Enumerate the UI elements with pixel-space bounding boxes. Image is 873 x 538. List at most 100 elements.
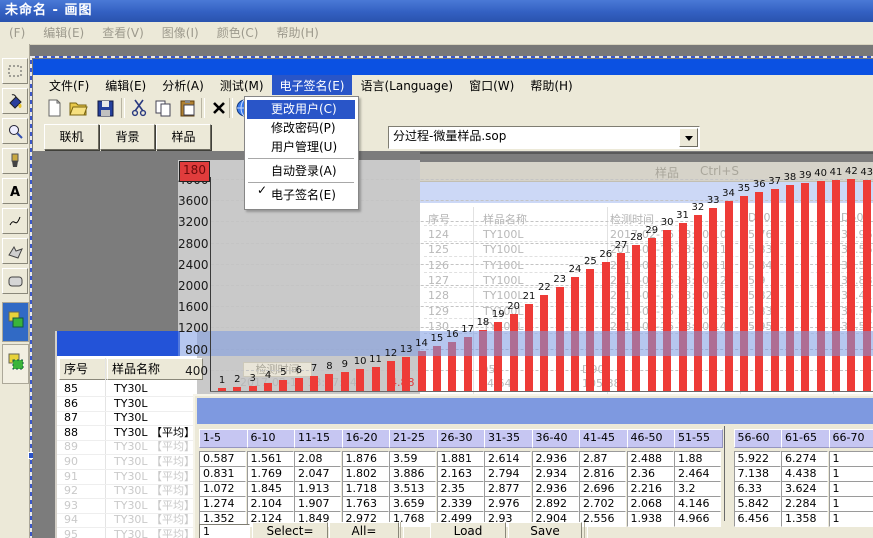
grid-cell[interactable]: 0.831 (199, 466, 246, 482)
sample-row-94[interactable]: 94TY30L 【平均】 (57, 513, 197, 528)
grid-button-Save[interactable]: Save (508, 522, 582, 538)
grid-cell[interactable]: 3.624 (781, 481, 828, 497)
grid-cell[interactable]: 1.718 (342, 481, 389, 497)
paint-menu-item-5[interactable]: 帮助(H) (267, 23, 327, 44)
grid-cell[interactable]: 2.35 (437, 481, 484, 497)
grid-header-56-60[interactable]: 56-60 (734, 429, 783, 448)
sample-list-header-id[interactable]: 序号 (59, 358, 111, 380)
grid-header-11-15[interactable]: 11-15 (294, 429, 343, 448)
app-menu-item-0[interactable]: 文件(F) (41, 75, 97, 96)
selection-ants-left[interactable] (30, 56, 32, 538)
combobox-dropdown-icon[interactable] (679, 128, 698, 147)
grid-cell[interactable]: 3.513 (389, 481, 436, 497)
paint-menu-item-0[interactable]: (F) (0, 23, 34, 44)
grid-button-All=[interactable]: All= (329, 522, 399, 538)
grid-cell[interactable]: 2.702 (579, 496, 626, 512)
select-rect-tool-button[interactable] (2, 58, 28, 84)
delete-button[interactable] (209, 98, 229, 118)
grid-cell[interactable]: 2.892 (532, 496, 579, 512)
cut-button[interactable] (129, 98, 149, 118)
grid-cell[interactable]: 2.284 (781, 496, 828, 512)
grid-cell[interactable]: 2.696 (579, 481, 626, 497)
selection-ants-top[interactable] (31, 56, 873, 58)
grid-cell[interactable]: 0.587 (199, 451, 246, 467)
grid-cell[interactable]: 2.816 (579, 466, 626, 482)
grid-cell[interactable]: 1 (829, 511, 873, 527)
grid-cell[interactable]: 1.876 (342, 451, 389, 467)
open-button[interactable] (69, 98, 89, 118)
grid-cell[interactable]: 1.763 (342, 496, 389, 512)
grid-cell[interactable]: 5.842 (734, 496, 781, 512)
sample-row-93[interactable]: 93TY30L 【平均】 (57, 499, 197, 514)
grid-splitter[interactable] (724, 426, 725, 521)
menu-item-0[interactable]: 更改用户(C) (247, 100, 355, 119)
grid-cell[interactable]: 2.936 (532, 481, 579, 497)
paste-button[interactable] (177, 98, 197, 118)
grid-cell[interactable]: 1 (829, 466, 873, 482)
grid-header-46-50[interactable]: 46-50 (627, 429, 676, 448)
row-count-input[interactable]: 1 (199, 524, 250, 538)
grid-cell[interactable]: 3.2 (674, 481, 721, 497)
paint-menu-item-2[interactable]: 查看(V) (93, 23, 153, 44)
grid-header-66-70[interactable]: 66-70 (829, 429, 873, 448)
grid-header-61-65[interactable]: 61-65 (781, 429, 830, 448)
grid-cell[interactable]: 4.146 (674, 496, 721, 512)
text-tool-button[interactable]: A (2, 178, 28, 204)
grid-cell[interactable]: 6.456 (734, 511, 781, 527)
grid-cell[interactable]: 1.907 (294, 496, 341, 512)
grid-button-Load[interactable]: Load (430, 522, 506, 538)
grid-cell[interactable]: 2.047 (294, 466, 341, 482)
grid-cell[interactable]: 2.934 (532, 466, 579, 482)
grid-cell[interactable]: 2.936 (532, 451, 579, 467)
sample-row-90[interactable]: 90TY30L 【平均】 (57, 455, 197, 470)
grid-cell[interactable]: 2.339 (437, 496, 484, 512)
grid-cell[interactable]: 2.104 (247, 496, 294, 512)
grid-cell[interactable]: 7.138 (734, 466, 781, 482)
brush-tool-button[interactable] (2, 148, 28, 174)
grid-cell[interactable]: 1.072 (199, 481, 246, 497)
grid-cell[interactable]: 2.36 (627, 466, 674, 482)
grid-cell[interactable]: 2.794 (484, 466, 531, 482)
menu-item-1[interactable]: 修改密码(P) (247, 119, 355, 138)
new-button[interactable] (44, 98, 64, 118)
grid-cell[interactable]: 2.08 (294, 451, 341, 467)
app-menu-item-2[interactable]: 分析(A) (154, 75, 212, 96)
grid-button-Select=[interactable]: Select= (252, 522, 328, 538)
grid-cell[interactable]: 2.216 (627, 481, 674, 497)
grid-header-21-25[interactable]: 21-25 (389, 429, 438, 448)
grid-header-36-40[interactable]: 36-40 (532, 429, 581, 448)
grid-cell[interactable]: 1.881 (437, 451, 484, 467)
paint-menu-item-3[interactable]: 图像(I) (153, 23, 208, 44)
grid-header-26-30[interactable]: 26-30 (437, 429, 486, 448)
grid-cell[interactable]: 1.913 (294, 481, 341, 497)
paint-menu-item-4[interactable]: 颜色(C) (208, 23, 268, 44)
paint-menu-item-1[interactable]: 编辑(E) (34, 23, 93, 44)
grid-cell[interactable]: 6.33 (734, 481, 781, 497)
menu-item-6[interactable]: 电子签名(E) (247, 186, 355, 205)
button-背景[interactable]: 背景 (100, 124, 155, 150)
grid-cell[interactable]: 1 (829, 481, 873, 497)
grid-header-1-5[interactable]: 1-5 (199, 429, 248, 448)
grid-cell[interactable]: 3.659 (389, 496, 436, 512)
grid-cell[interactable]: 1 (829, 451, 873, 467)
app-menu-item-7[interactable]: 帮助(H) (522, 75, 580, 96)
app-menu-signature[interactable]: 电子签名(E) (272, 75, 353, 96)
sample-row-87[interactable]: 87TY30L (57, 411, 197, 426)
grid-cell[interactable]: 2.464 (674, 466, 721, 482)
grid-cell[interactable]: 1.938 (627, 511, 674, 527)
curve-tool-button[interactable] (2, 208, 28, 234)
grid-cell[interactable]: 2.976 (484, 496, 531, 512)
grid-cell[interactable]: 2.163 (437, 466, 484, 482)
magnifier-tool-button[interactable] (2, 118, 28, 144)
grid-cell[interactable]: 2.614 (484, 451, 531, 467)
grid-cell[interactable]: 1.845 (247, 481, 294, 497)
sample-row-89[interactable]: 89TY30L 【平均】 (57, 440, 197, 455)
grid-cell[interactable]: 4.966 (674, 511, 721, 527)
save-button[interactable] (95, 98, 115, 118)
sample-row-85[interactable]: 85TY30L (57, 382, 197, 397)
app-menu-item-5[interactable]: 语言(Language) (352, 75, 461, 96)
grid-cell[interactable]: 1 (829, 496, 873, 512)
grid-cell[interactable]: 2.877 (484, 481, 531, 497)
distribution-grid-titlebar[interactable] (197, 398, 873, 424)
grid-cell[interactable]: 1.769 (247, 466, 294, 482)
